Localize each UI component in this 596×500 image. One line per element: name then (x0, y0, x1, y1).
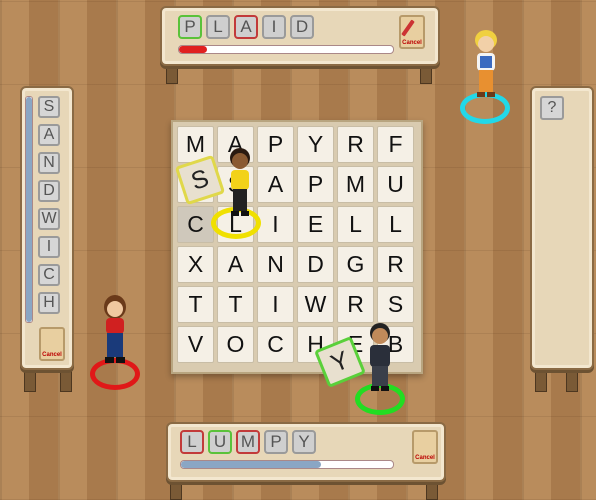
board-cell[interactable]: P (257, 126, 294, 163)
word-letter-tile: W (38, 208, 60, 230)
board-cell[interactable]: P (297, 166, 334, 203)
word-letter-tile: Y (292, 430, 316, 454)
word-letter-tile: A (234, 15, 258, 39)
word-letter-tile: I (262, 15, 286, 39)
word-letter-tile: M (236, 430, 260, 454)
board-cell[interactable]: T (217, 286, 254, 323)
top-cancel-button[interactable]: Cancel (399, 15, 425, 49)
board-cell[interactable]: L (377, 206, 414, 243)
board-cell[interactable]: R (337, 126, 374, 163)
pencil-icon (401, 19, 415, 37)
board-cell[interactable]: A (257, 166, 294, 203)
board-cell[interactable]: C (177, 206, 214, 243)
board-cell[interactable]: I (257, 206, 294, 243)
left-progress-bar (25, 96, 33, 323)
board-cell[interactable]: F (377, 126, 414, 163)
green-player-avatar[interactable] (362, 320, 398, 400)
cancel-label: Cancel (42, 352, 62, 358)
board-cell[interactable]: N (257, 246, 294, 283)
bottom-progress-fill (181, 461, 321, 468)
board-cell[interactable]: O (217, 326, 254, 363)
word-letter-tile: P (178, 15, 202, 39)
top-progress-fill (179, 46, 207, 53)
board-cell[interactable]: A (217, 246, 254, 283)
word-letter-tile: L (180, 430, 204, 454)
word-letter-tile: D (290, 15, 314, 39)
board-cell[interactable]: S (377, 286, 414, 323)
word-letter-tile: I (38, 236, 60, 258)
word-letter-tile: N (38, 152, 60, 174)
word-letter-tile: U (208, 430, 232, 454)
board-cell[interactable]: E (297, 206, 334, 243)
board-cell[interactable]: W (297, 286, 334, 323)
right-desk-surface (530, 86, 594, 370)
board-cell[interactable]: D (297, 246, 334, 283)
yellow-player-avatar[interactable] (222, 145, 258, 225)
word-letter-tile: D (38, 180, 60, 202)
word-letter-tile: L (206, 15, 230, 39)
board-cell[interactable]: C (257, 326, 294, 363)
board-cell[interactable]: T (177, 286, 214, 323)
board-cell[interactable]: I (257, 286, 294, 323)
word-letter-tile: A (38, 124, 60, 146)
cyan-player-avatar[interactable] (468, 28, 504, 108)
cancel-label: Cancel (415, 455, 435, 461)
word-letter-tile: C (38, 264, 60, 286)
word-letter-tile: H (38, 292, 60, 314)
left-cancel-button[interactable]: Cancel (39, 327, 65, 361)
cancel-label: Cancel (402, 40, 422, 46)
left-progress-fill (26, 97, 32, 322)
red-player-avatar[interactable] (97, 293, 133, 373)
board-cell[interactable]: X (177, 246, 214, 283)
board-cell[interactable]: L (337, 206, 374, 243)
board-cell[interactable]: R (377, 246, 414, 283)
board-cell[interactable]: G (337, 246, 374, 283)
bottom-cancel-button[interactable]: Cancel (412, 430, 438, 464)
word-letter-tile: P (264, 430, 288, 454)
word-letter-tile: S (38, 96, 60, 118)
board-cell[interactable]: Y (297, 126, 334, 163)
board-cell[interactable]: R (337, 286, 374, 323)
board-cell[interactable]: V (177, 326, 214, 363)
board-cell[interactable]: U (377, 166, 414, 203)
bottom-progress-bar (180, 460, 394, 469)
board-cell[interactable]: M (337, 166, 374, 203)
hidden-letter-tile: ? (540, 96, 564, 120)
top-progress-bar (178, 45, 394, 54)
